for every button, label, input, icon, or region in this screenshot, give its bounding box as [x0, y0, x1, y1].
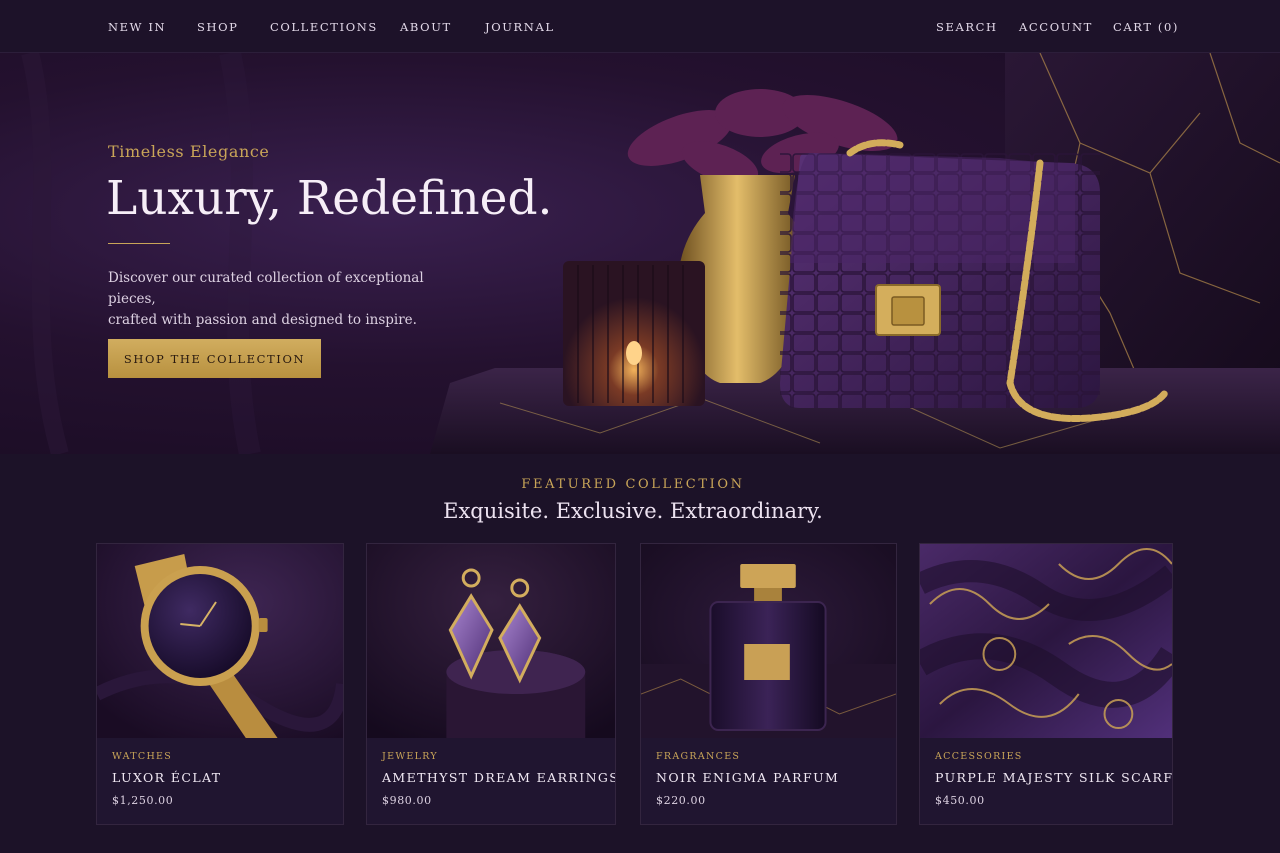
product-category: JEWELRY [382, 751, 438, 762]
nav-new-in[interactable]: NEW IN [108, 20, 166, 34]
product-category: FRAGRANCES [656, 751, 741, 762]
nav-cart[interactable]: CART (0) [1113, 20, 1179, 34]
hero-description-line-2: crafted with passion and designed to ins… [108, 312, 417, 328]
hero-banner: Timeless Elegance Luxury, Redefined. Dis… [0, 53, 1280, 454]
hero-description-line-1: Discover our curated collection of excep… [108, 270, 424, 307]
product-card-earrings[interactable]: JEWELRY AMETHYST DREAM EARRINGS $980.00 [366, 543, 616, 825]
product-price: $450.00 [935, 794, 985, 807]
featured-eyebrow: FEATURED COLLECTION [521, 477, 745, 492]
product-name[interactable]: PURPLE MAJESTY SILK SCARF [935, 770, 1172, 785]
nav-shop[interactable]: SHOP [197, 20, 238, 34]
product-price: $220.00 [656, 794, 706, 807]
hero-description: Discover our curated collection of excep… [108, 268, 448, 331]
product-category: ACCESSORIES [935, 751, 1023, 762]
nav-about[interactable]: ABOUT [400, 20, 452, 34]
product-image-earrings[interactable] [367, 544, 615, 738]
nav-collections[interactable]: COLLECTIONS [270, 20, 378, 34]
product-image-scarf[interactable] [920, 544, 1172, 738]
product-image-watch[interactable] [97, 544, 343, 738]
product-name[interactable]: LUXOR ÉCLAT [112, 770, 222, 785]
hero-headline: Luxury, Redefined. [106, 171, 553, 226]
product-name[interactable]: AMETHYST DREAM EARRINGS [382, 770, 615, 785]
nav-account[interactable]: ACCOUNT [1019, 20, 1093, 34]
nav-journal[interactable]: JOURNAL [485, 20, 555, 34]
product-name[interactable]: NOIR ENIGMA PARFUM [656, 770, 839, 785]
product-card-scarf[interactable]: ACCESSORIES PURPLE MAJESTY SILK SCARF $4… [919, 543, 1173, 825]
hero-product-image [21, 53, 1280, 454]
product-image-perfume[interactable] [641, 544, 896, 738]
featured-title: Exquisite. Exclusive. Extraordinary. [443, 499, 823, 523]
product-category: WATCHES [112, 751, 173, 762]
nav-search[interactable]: SEARCH [936, 20, 998, 34]
product-card-perfume[interactable]: FRAGRANCES NOIR ENIGMA PARFUM $220.00 [640, 543, 897, 825]
hero-divider [108, 243, 170, 244]
product-card-watch[interactable]: WATCHES LUXOR ÉCLAT $1,250.00 [96, 543, 344, 825]
top-navigation: NEW IN SHOP COLLECTIONS ABOUT JOURNAL SE… [0, 0, 1280, 53]
hero-eyebrow: Timeless Elegance [108, 142, 270, 161]
product-price: $1,250.00 [112, 794, 174, 807]
shop-the-collection-button[interactable]: SHOP THE COLLECTION [108, 339, 321, 378]
product-price: $980.00 [382, 794, 432, 807]
